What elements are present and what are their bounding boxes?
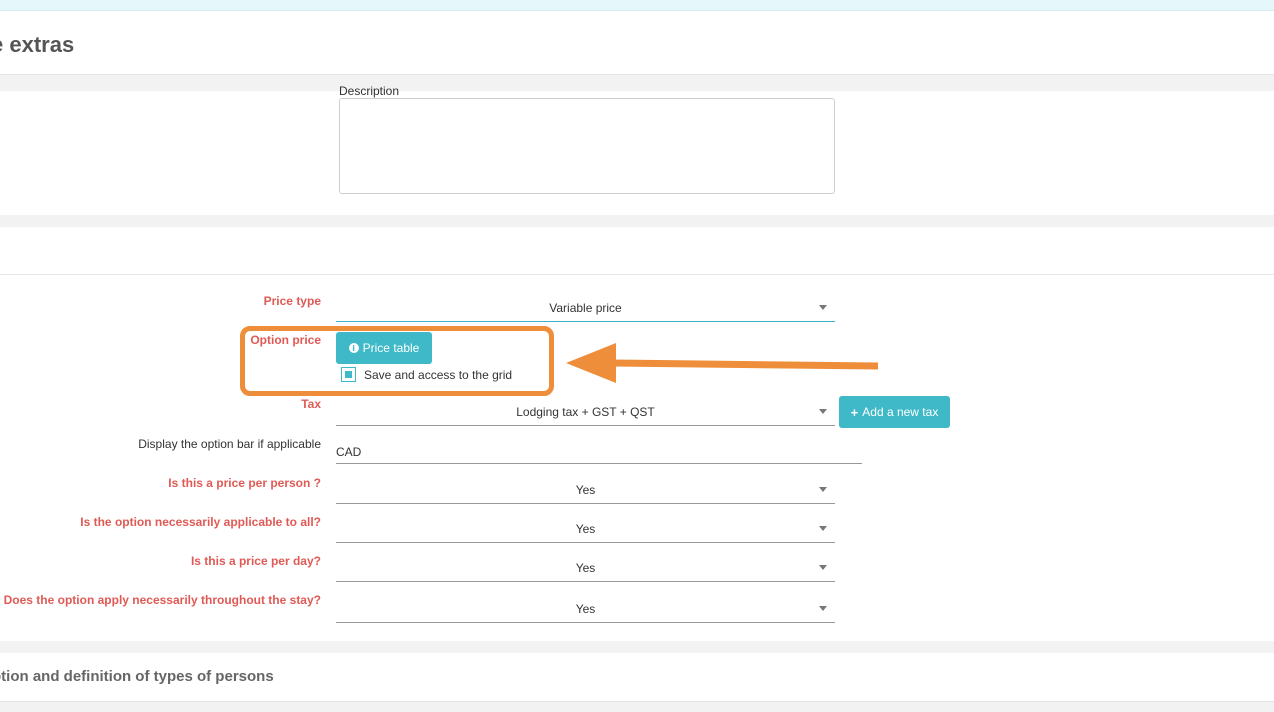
persons-section-header[interactable]: ption and definition of types of persons — [0, 653, 1274, 702]
price-table-button-label: Price table — [362, 341, 420, 355]
applicable-all-label: Is the option necessarily applicable to … — [80, 515, 321, 529]
checkbox-check-mark — [345, 371, 352, 378]
tax-select[interactable]: Lodging tax + GST + QST — [336, 401, 835, 426]
add-new-tax-button-label: Add a new tax — [862, 405, 939, 419]
panel-divider — [0, 274, 1274, 275]
price-type-label: Price type — [263, 294, 321, 308]
per-person-label: Is this a price per person ? — [168, 476, 321, 490]
option-bar-input[interactable]: CAD — [336, 438, 862, 464]
price-table-button[interactable]: i Price table — [336, 332, 432, 364]
chevron-down-icon — [819, 487, 827, 492]
chevron-down-icon — [819, 409, 827, 414]
info-icon: i — [348, 343, 359, 353]
tax-value: Lodging tax + GST + QST — [516, 405, 655, 419]
page-header: e extras — [0, 11, 1274, 75]
option-bar-label: Display the option bar if applicable — [138, 437, 321, 451]
chevron-down-icon — [819, 305, 827, 310]
section-title: ption and definition of types of persons — [0, 668, 274, 685]
throughout-stay-label: Does the option apply necessarily throug… — [3, 593, 321, 607]
per-person-select[interactable]: Yes — [336, 479, 835, 504]
page-title: e extras — [0, 32, 75, 57]
price-type-value: Variable price — [549, 301, 622, 315]
applicable-all-select[interactable]: Yes — [336, 518, 835, 543]
description-label: Description — [339, 84, 400, 98]
plus-icon: + — [850, 404, 859, 420]
arrow-left-icon — [566, 343, 879, 383]
applicable-all-value: Yes — [575, 522, 596, 536]
price-type-select[interactable]: Variable price — [336, 297, 835, 322]
add-new-tax-button[interactable]: + Add a new tax — [839, 396, 950, 428]
description-textarea[interactable] — [339, 98, 835, 194]
description-panel: Description — [0, 84, 1274, 215]
per-day-select[interactable]: Yes — [336, 557, 835, 582]
throughout-stay-value: Yes — [575, 602, 596, 616]
save-and-access-label: Save and access to the grid — [364, 368, 513, 382]
chevron-down-icon — [819, 526, 827, 531]
chevron-down-icon — [819, 565, 827, 570]
per-day-label: Is this a price per day? — [190, 554, 321, 568]
save-and-access-checkbox[interactable] — [341, 367, 356, 382]
per-person-value: Yes — [575, 483, 596, 497]
throughout-stay-select[interactable]: Yes — [336, 598, 835, 623]
tax-label: Tax — [301, 397, 321, 411]
per-day-value: Yes — [575, 561, 596, 575]
option-price-label: Option price — [250, 333, 321, 347]
top-bar — [0, 0, 1274, 11]
chevron-down-icon — [819, 606, 827, 611]
pricing-panel: Price type Variable price Option price i… — [0, 227, 1274, 641]
option-bar-value: CAD — [336, 445, 362, 459]
